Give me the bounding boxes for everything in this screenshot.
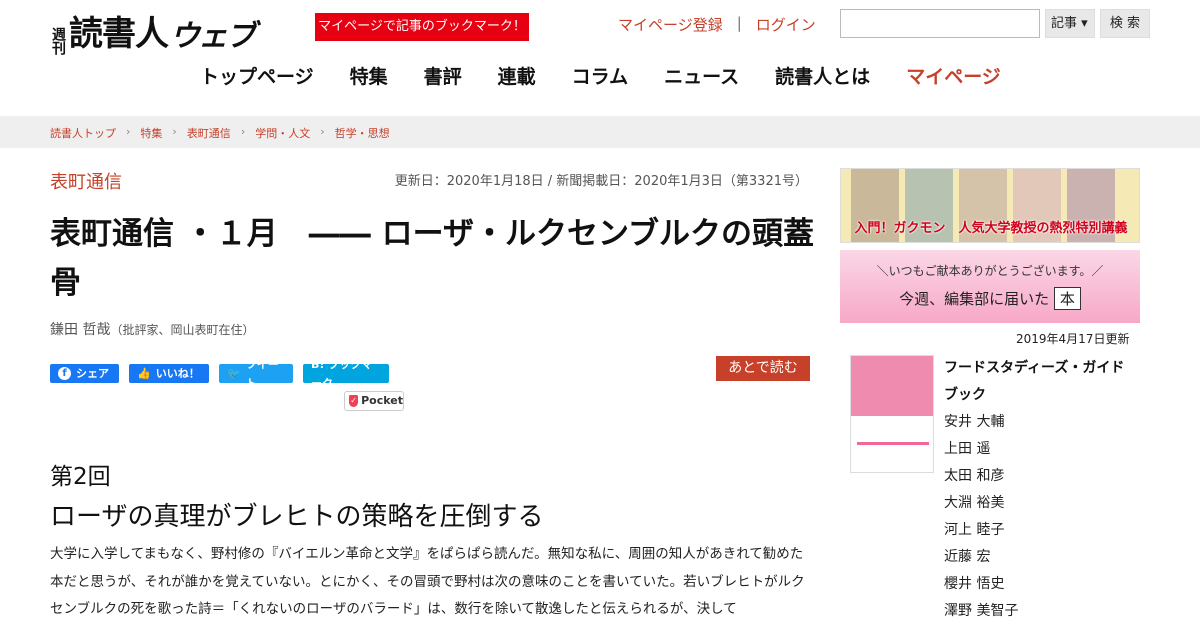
author-item[interactable]: 近藤 宏	[944, 544, 1018, 571]
hatena-bookmark-button[interactable]: B! ブックマーク	[303, 358, 389, 390]
twitter-bird-icon: 🐦	[227, 367, 241, 380]
link-separator: |	[736, 14, 742, 32]
site-logo[interactable]: 週刊 読書人 ウェブ	[50, 6, 256, 55]
breadcrumb-item[interactable]: 哲学・思想	[335, 125, 390, 141]
author-item[interactable]: 澤野 美智子	[944, 598, 1018, 625]
login-link[interactable]: ログイン	[756, 14, 816, 35]
author-note: （批評家、岡山表町在住）	[110, 323, 255, 337]
logo-weekly: 週刊	[50, 27, 66, 55]
book-label: 本	[1053, 287, 1081, 310]
facebook-like-button[interactable]: 👍 いいね！	[129, 364, 209, 383]
book-title[interactable]: フードスタディーズ・ガイドブック	[944, 355, 1134, 409]
author-item[interactable]: 櫻井 悟史	[944, 571, 1018, 598]
main-nav: トップページ 特集 書評 連載 コラム ニュース 読書人とは マイページ	[200, 62, 1001, 89]
author-item[interactable]: 大淵 裕美	[944, 490, 1018, 517]
installment-number: 第2回	[50, 464, 111, 490]
logo-web: ウェブ	[170, 19, 256, 54]
bookmark-promo-button[interactable]: マイページで記事のブックマーク！	[315, 13, 529, 41]
nav-news[interactable]: ニュース	[664, 62, 739, 89]
nav-top[interactable]: トップページ	[200, 62, 314, 89]
nav-mypage[interactable]: マイページ	[906, 62, 1001, 89]
search-input[interactable]	[840, 9, 1040, 38]
share-buttons: f シェア 👍 いいね！ 🐦 ツイート B! ブックマーク	[50, 358, 389, 390]
gakumon-banner[interactable]: 入門！ガクモン 人気大学教授の熱烈特別講義	[840, 168, 1140, 243]
article-dates: 更新日：2020年1月18日 / 新聞掲載日：2020年1月3日（第3321号）	[394, 174, 808, 189]
pocket-button[interactable]: ✓ Pocket	[344, 391, 404, 411]
banner-headline: 今週、編集部に届いた 本	[840, 287, 1140, 310]
nav-series[interactable]: 連載	[498, 62, 536, 89]
article-title: 表町通信 ・１月 ―― ローザ・ルクセンブルクの頭蓋骨	[50, 216, 815, 301]
facebook-share-label: シェア	[76, 367, 109, 380]
pocket-label: Pocket	[361, 394, 403, 407]
breadcrumb-item[interactable]: 学問・人文	[255, 125, 310, 141]
article-body: 大学に入学してまもなく、野村修の『バイエルン革命と文学』をぱらぱら読んだ。無知な…	[50, 541, 815, 624]
author-item[interactable]: 上田 遥	[944, 436, 1018, 463]
chevron-right-icon: ›	[240, 125, 246, 138]
nav-reviews[interactable]: 書評	[424, 62, 462, 89]
mypage-register-link[interactable]: マイページ登録	[618, 14, 723, 35]
thumbs-up-icon: 👍	[137, 367, 151, 380]
article-category[interactable]: 表町通信	[50, 168, 122, 194]
chevron-right-icon: ›	[320, 125, 325, 138]
search-type-select[interactable]: 記事 ▾	[1045, 9, 1095, 38]
breadcrumb: 読書人トップ › 特集 › 表町通信 › 学問・人文 › 哲学・思想	[50, 125, 390, 141]
banner-headline-text: 今週、編集部に届いた	[899, 290, 1050, 308]
nav-columns[interactable]: コラム	[572, 62, 628, 89]
body-paragraph: 大学に入学してまもなく、野村修の『バイエルン革命と文学』をぱらぱら読んだ。無知な…	[50, 546, 805, 617]
tweet-button[interactable]: 🐦 ツイート	[219, 358, 293, 390]
article-author: 鎌田 哲哉（批評家、岡山表町在住）	[50, 319, 254, 339]
author-name[interactable]: 鎌田 哲哉	[50, 322, 110, 338]
new-arrivals-banner[interactable]: ＼いつもご献本ありがとうございます。／ 今週、編集部に届いた 本	[840, 250, 1140, 323]
chevron-right-icon: ›	[126, 125, 131, 138]
chevron-right-icon: ›	[172, 125, 177, 138]
author-item[interactable]: 河上 睦子	[944, 517, 1018, 544]
logo-dokushojin: 読書人	[69, 14, 169, 54]
account-links: マイページ登録 | ログイン	[618, 14, 816, 35]
tweet-label: ツイート	[245, 357, 279, 390]
nav-about[interactable]: 読書人とは	[775, 62, 870, 89]
nav-features[interactable]: 特集	[350, 62, 388, 89]
facebook-share-button[interactable]: f シェア	[50, 364, 119, 383]
pocket-icon: ✓	[349, 395, 359, 407]
search-button[interactable]: 検 索	[1100, 9, 1150, 38]
breadcrumb-item[interactable]: 表町通信	[187, 125, 231, 141]
breadcrumb-item[interactable]: 特集	[140, 125, 162, 141]
facebook-icon: f	[58, 367, 71, 380]
book-authors: 安井 大輔 上田 遥 太田 和彦 大淵 裕美 河上 睦子 近藤 宏 櫻井 悟史 …	[944, 409, 1018, 625]
like-label: いいね！	[155, 367, 200, 380]
read-later-button[interactable]: あとで読む	[716, 356, 810, 381]
breadcrumb-item[interactable]: 読書人トップ	[50, 125, 116, 141]
book-cover-image[interactable]	[850, 355, 934, 473]
banner-thanks-text: ＼いつもご献本ありがとうございます。／	[876, 264, 1104, 278]
author-item[interactable]: 太田 和彦	[944, 463, 1018, 490]
sidebar-updated-date: 2019年4月17日更新	[1016, 332, 1130, 346]
banner-caption: 入門！ガクモン 人気大学教授の熱烈特別講義	[854, 221, 1128, 236]
article-subtitle: ローザの真理がブレヒトの策略を圧倒する	[50, 502, 544, 532]
author-item[interactable]: 安井 大輔	[944, 409, 1018, 436]
